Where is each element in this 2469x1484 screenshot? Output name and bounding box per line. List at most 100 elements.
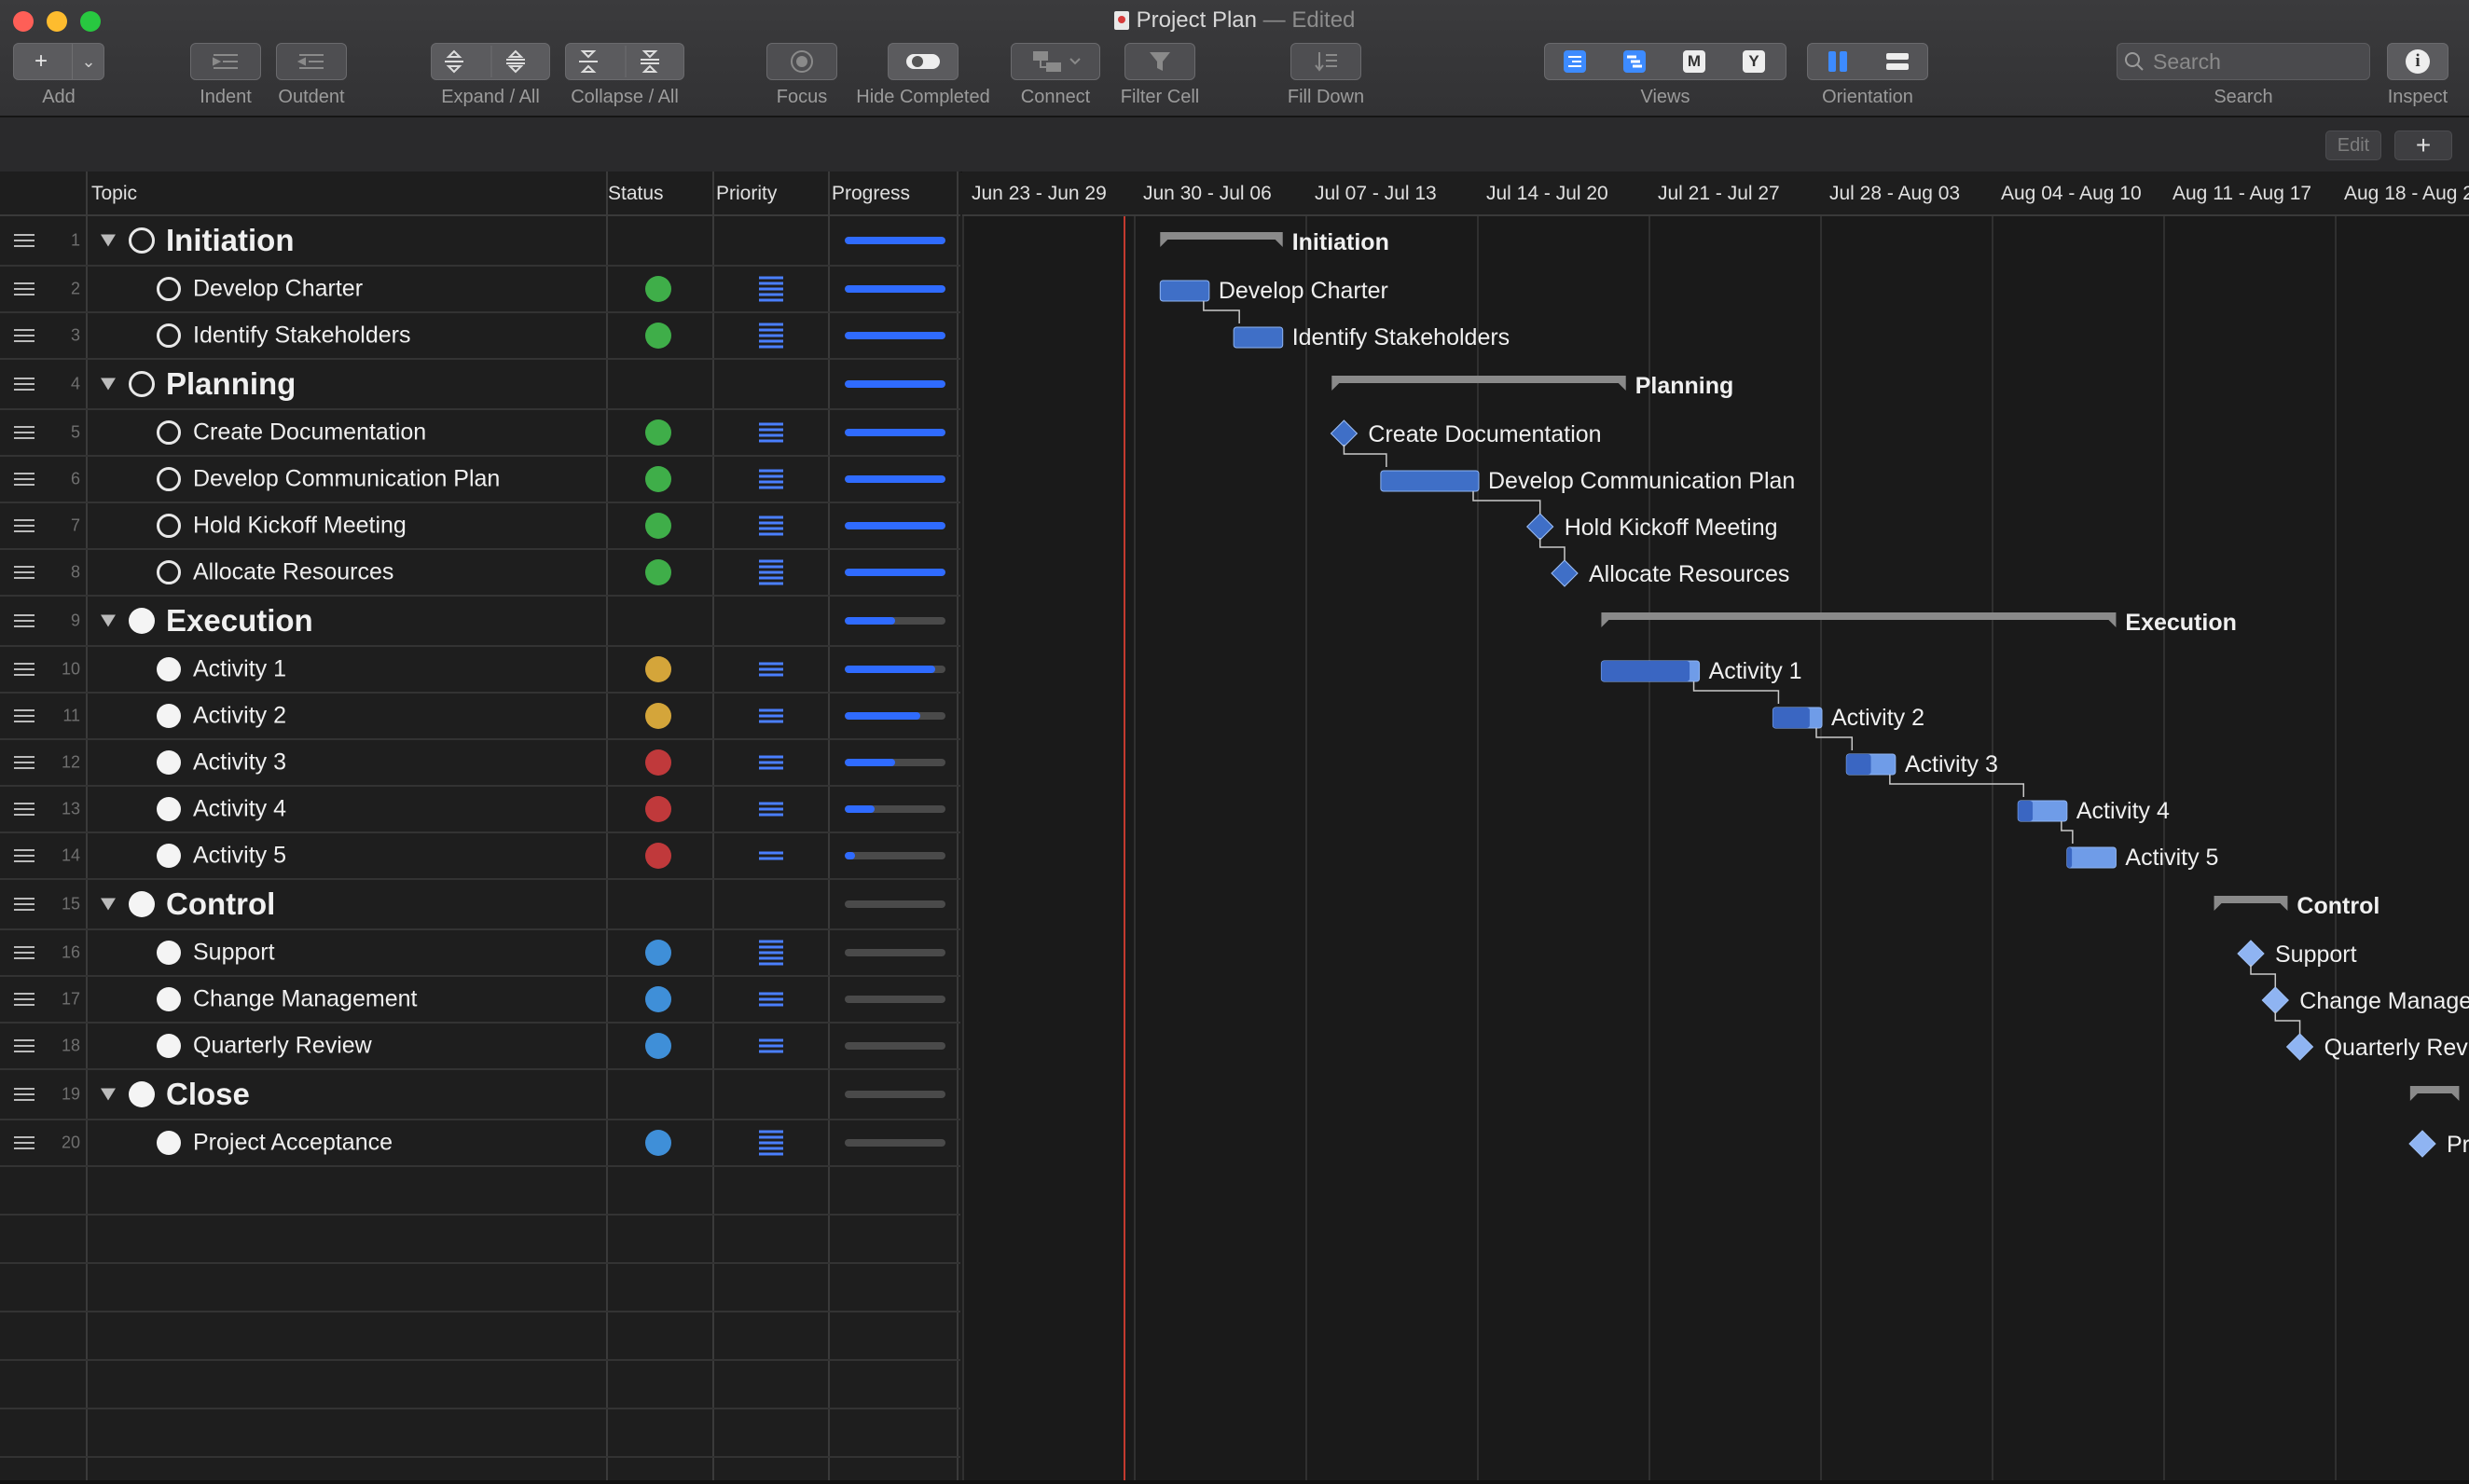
progress-bar[interactable] [845,996,945,1003]
priority-bars-icon[interactable] [759,1037,783,1056]
vertical-orientation-button[interactable] [1808,44,1868,79]
group-summary-bar[interactable] [2409,1086,2460,1101]
checkbox-circle[interactable] [157,704,181,728]
progress-bar[interactable] [845,1091,945,1098]
outline-group-row[interactable]: 19 Close [0,1070,960,1120]
column-header-status[interactable]: Status [608,183,664,205]
priority-bars-icon[interactable] [759,938,783,969]
topic-text[interactable]: Activity 1 [193,656,286,683]
topic-text[interactable]: Control [166,886,275,922]
priority-bars-icon[interactable] [759,1128,783,1159]
outline-group-row[interactable]: 1 Initiation [0,216,960,267]
priority-bars-icon[interactable] [759,753,783,773]
status-indicator[interactable] [645,940,671,966]
progress-bar[interactable] [845,429,945,436]
task-bar[interactable] [1380,470,1480,492]
checkbox-circle[interactable] [157,514,181,538]
indent-button[interactable] [190,43,261,80]
row-handle-icon[interactable] [14,519,34,532]
outline-task-row[interactable]: 20 Project Acceptance [0,1120,960,1167]
row-handle-icon[interactable] [14,378,34,391]
progress-bar[interactable] [845,712,945,720]
checkbox-circle[interactable] [157,277,181,301]
progress-bar[interactable] [845,949,945,956]
row-handle-icon[interactable] [14,663,34,676]
checkbox-circle[interactable] [157,1131,181,1155]
fill-down-button[interactable] [1290,43,1361,80]
outline-group-row[interactable]: 9 Execution [0,597,960,647]
gantt-view-button[interactable] [1605,44,1664,79]
month-view-button[interactable]: M [1664,44,1724,79]
checkbox-circle[interactable] [157,560,181,584]
disclosure-triangle-icon[interactable] [101,1088,116,1101]
status-indicator[interactable] [645,656,671,682]
search-field[interactable] [2117,43,2370,80]
checkbox-circle[interactable] [157,987,181,1011]
progress-bar[interactable] [845,666,945,673]
topic-text[interactable]: Project Acceptance [193,1130,393,1157]
milestone-diamond[interactable] [2237,940,2265,968]
checkbox-circle[interactable] [129,371,155,397]
progress-bar[interactable] [845,285,945,293]
topic-text[interactable]: Activity 3 [193,749,286,776]
checkbox-circle[interactable] [129,891,155,917]
row-handle-icon[interactable] [14,614,34,627]
status-indicator[interactable] [645,986,671,1012]
group-summary-bar[interactable] [1601,612,2117,627]
outline-group-row[interactable]: 4 Planning [0,360,960,410]
column-header-priority[interactable]: Priority [716,183,777,205]
status-indicator[interactable] [645,1033,671,1059]
status-indicator[interactable] [645,323,671,349]
row-handle-icon[interactable] [14,426,34,439]
checkbox-circle[interactable] [157,420,181,445]
outline-task-row[interactable]: 6 Develop Communication Plan [0,457,960,503]
priority-bars-icon[interactable] [759,514,783,539]
outline-task-row[interactable]: 13 Activity 4 [0,787,960,833]
topic-text[interactable]: Initiation [166,223,294,258]
outline-task-row[interactable]: 7 Hold Kickoff Meeting [0,503,960,550]
disclosure-triangle-icon[interactable] [101,378,116,391]
progress-bar[interactable] [845,759,945,766]
column-header-topic[interactable]: Topic [91,183,137,205]
checkbox-circle[interactable] [129,608,155,634]
outline-view-button[interactable] [1545,44,1605,79]
hide-completed-button[interactable] [888,43,959,80]
chevron-down-icon[interactable]: ⌄ [72,44,104,79]
status-indicator[interactable] [645,749,671,776]
status-indicator[interactable] [645,1130,671,1156]
filter-cell-button[interactable] [1124,43,1195,80]
row-handle-icon[interactable] [14,1088,34,1101]
progress-bar[interactable] [845,569,945,576]
checkbox-circle[interactable] [129,1081,155,1107]
disclosure-triangle-icon[interactable] [101,898,116,911]
progress-bar[interactable] [845,900,945,908]
milestone-diamond[interactable] [2261,986,2289,1014]
topic-text[interactable]: Activity 4 [193,796,286,823]
row-handle-icon[interactable] [14,946,34,959]
checkbox-circle[interactable] [157,467,181,491]
priority-bars-icon[interactable] [759,800,783,819]
row-handle-icon[interactable] [14,709,34,722]
status-indicator[interactable] [645,466,671,492]
milestone-diamond[interactable] [1551,559,1579,587]
topic-text[interactable]: Identify Stakeholders [193,323,410,350]
progress-bar[interactable] [845,332,945,339]
checkbox-circle[interactable] [157,941,181,965]
search-input[interactable] [2151,48,2341,76]
progress-bar[interactable] [845,1042,945,1050]
checkbox-circle[interactable] [157,844,181,868]
status-indicator[interactable] [645,559,671,585]
topic-text[interactable]: Close [166,1077,250,1112]
row-handle-icon[interactable] [14,566,34,579]
checkbox-circle[interactable] [157,657,181,681]
checkbox-circle[interactable] [157,750,181,775]
disclosure-triangle-icon[interactable] [101,234,116,247]
topic-text[interactable]: Execution [166,603,313,639]
topic-text[interactable]: Develop Charter [193,276,363,303]
add-row-button[interactable]: + [2394,131,2452,160]
priority-bars-icon[interactable] [759,321,783,351]
edit-button[interactable]: Edit [2325,131,2381,160]
row-handle-icon[interactable] [14,756,34,769]
priority-bars-icon[interactable] [759,707,783,726]
progress-bar[interactable] [845,237,945,244]
